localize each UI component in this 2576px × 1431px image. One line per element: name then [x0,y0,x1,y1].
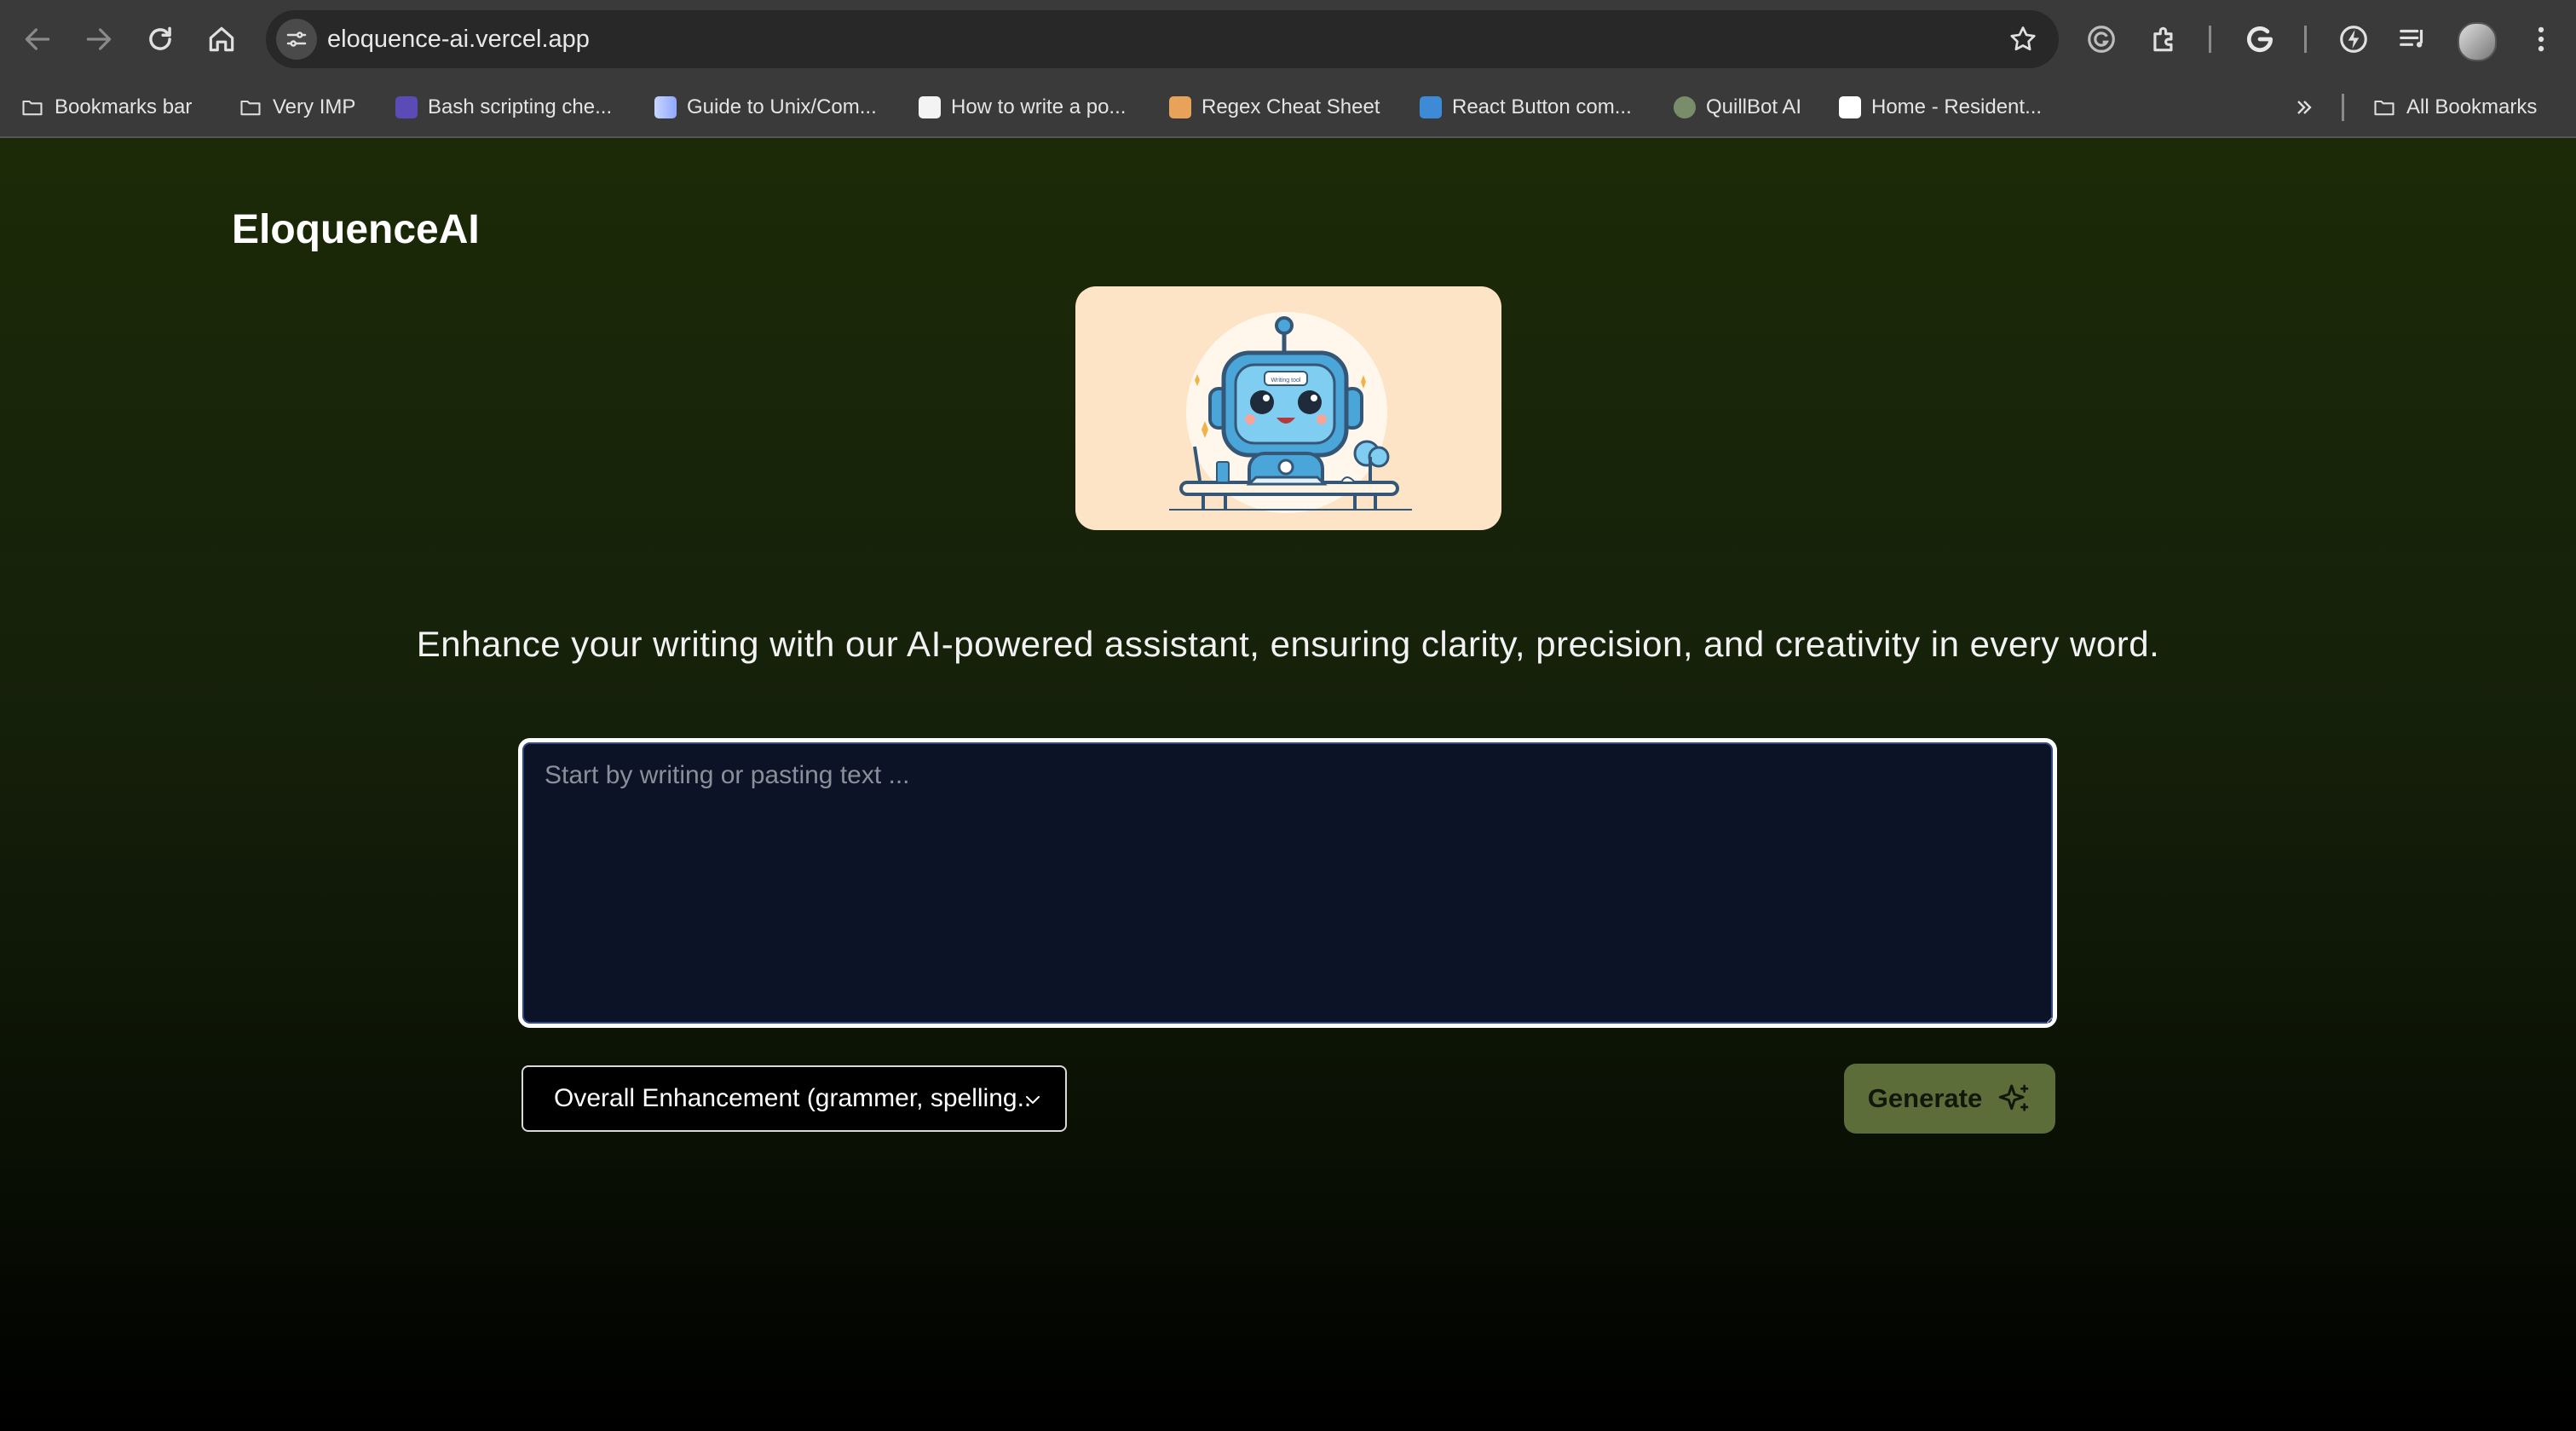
bookmark-item[interactable]: Very IMP [239,78,355,136]
bookmark-label: QuillBot AI [1706,95,1802,118]
generate-button[interactable]: Generate [1844,1064,2055,1134]
extensions-button[interactable] [2144,19,2185,60]
bolt-circle-icon [2340,26,2367,53]
bookmark-item[interactable]: Bookmarks bar [20,78,192,136]
regex-favicon [1169,96,1191,118]
bookmark-item[interactable]: How to write a po... [919,78,1126,136]
bookmarks-bar: Bookmarks bar Very IMP Bash scripting ch… [0,78,2576,138]
guide-favicon [654,96,677,118]
home-icon [209,26,234,52]
text-editor[interactable] [518,738,2057,1028]
robot-screen-text: Writing tool [1271,378,1301,384]
quillbot-favicon [1674,96,1696,118]
bookmark-item[interactable]: Bash scripting che... [395,78,612,136]
playlist-icon [2400,29,2423,48]
react-favicon [1420,96,1442,118]
bash-favicon [395,96,418,118]
home-button[interactable] [199,17,244,61]
bookmark-label: Very IMP [273,95,356,118]
bookmark-label: React Button com... [1452,95,1632,118]
bookmark-item[interactable]: Regex Cheat Sheet [1169,78,1380,136]
all-bookmarks-label: All Bookmarks [2406,95,2538,118]
tagline: Enhance your writing with our AI-powered… [416,624,2160,664]
star-icon [2010,26,2036,51]
bookmark-item[interactable]: QuillBot AI [1674,78,1801,136]
generate-label: Generate [1867,1083,1983,1113]
browser-menu-button[interactable] [2521,19,2562,60]
toolbar-separator [2209,26,2211,53]
reload-icon [149,26,171,50]
bookmark-label: Bash scripting che... [428,95,613,118]
folder-icon [239,95,262,119]
bookmark-item[interactable]: Home - Resident... [1839,78,2042,136]
url-text[interactable]: eloquence-ai.vercel.app [327,10,590,68]
arrow-right-icon [86,28,112,50]
address-bar[interactable]: eloquence-ai.vercel.app [266,10,2059,68]
robot-writer-illustration: Writing tool [1169,312,1412,513]
bookmark-label: How to write a po... [951,95,1127,118]
puzzle-icon [2153,26,2173,52]
bookmarks-separator [2342,94,2344,121]
arrow-left-icon [25,28,50,50]
grammarly-icon [2088,26,2115,53]
browser-toolbar: eloquence-ai.vercel.app [0,0,2576,78]
enhancement-mode-value: Overall Enhancement (grammer, spelling.. [554,1084,1032,1112]
brand-logo[interactable]: EloquenceAI [232,206,480,253]
bookmark-label: Home - Resident... [1871,95,2043,118]
tune-icon [286,32,307,47]
all-bookmarks-button[interactable]: All Bookmarks [2372,78,2537,136]
bookmark-item[interactable]: Guide to Unix/Com... [654,78,877,136]
chevron-down-icon [1026,1096,1040,1105]
google-g-icon [2246,26,2273,53]
enhancement-mode-select[interactable]: Overall Enhancement (grammer, spelling.. [522,1065,1067,1132]
more-bookmarks-button[interactable] [2292,78,2316,136]
folder-icon [20,95,44,119]
howto-favicon [919,96,941,118]
toolbar-separator [2304,26,2307,53]
bookmark-star-button[interactable] [2004,20,2042,58]
bookmark-label: Regex Cheat Sheet [1202,95,1380,118]
profile-avatar[interactable] [2458,22,2497,61]
page-content: EloquenceAI Writing tool Enhance your wr… [0,138,2576,1431]
bookmark-label: Bookmarks bar [55,95,193,118]
back-button[interactable] [15,17,60,61]
media-controls-button[interactable] [2393,19,2434,60]
folder-icon [2372,95,2396,119]
sparkles-icon [1999,1084,2029,1111]
double-chevron-right-icon [2292,95,2316,119]
bookmark-item[interactable]: React Button com... [1420,78,1632,136]
bookmark-label: Guide to Unix/Com... [687,95,877,118]
reload-button[interactable] [138,17,182,61]
site-info-button[interactable] [276,19,317,60]
grammarly-extension-button[interactable] [2081,19,2122,60]
forward-button[interactable] [77,17,121,61]
google-extension-button[interactable] [2239,19,2280,60]
bolt-extension-button[interactable] [2333,19,2374,60]
hero-illustration: Writing tool [1075,286,1501,530]
home-favicon [1839,96,1861,118]
kebab-menu-icon [2538,26,2544,52]
